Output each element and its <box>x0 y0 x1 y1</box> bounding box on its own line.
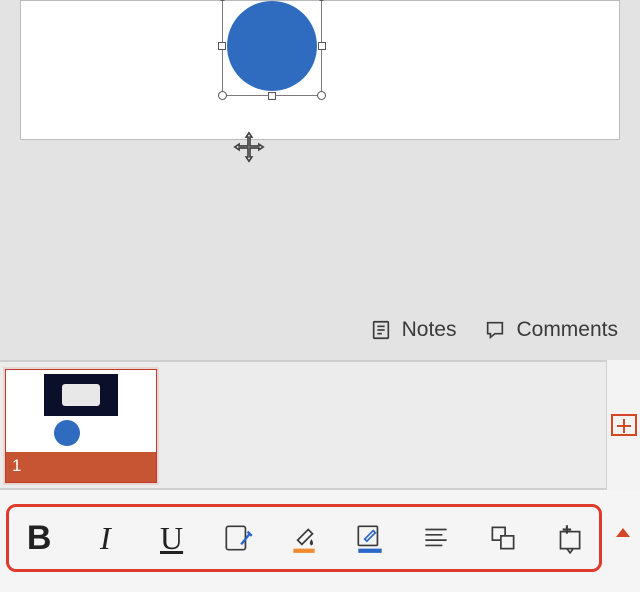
underline-button[interactable]: U <box>138 504 204 572</box>
format-painter-button[interactable] <box>205 504 271 572</box>
resize-handle-mid-left[interactable] <box>218 42 226 50</box>
selection-bounding-box[interactable] <box>222 0 322 96</box>
notes-label: Notes <box>402 318 457 342</box>
resize-handle-bottom-mid[interactable] <box>268 92 276 100</box>
arrange-button[interactable] <box>470 504 536 572</box>
pencil-icon <box>353 521 387 555</box>
resize-handle-bottom-left[interactable] <box>218 91 227 100</box>
notes-button[interactable]: Notes <box>370 318 457 342</box>
italic-button[interactable]: I <box>72 504 138 572</box>
resize-handle-bottom-right[interactable] <box>317 91 326 100</box>
paint-bucket-icon <box>287 521 321 555</box>
add-slide-button[interactable] <box>611 414 637 436</box>
slide-meta-bar: Notes Comments <box>0 310 640 350</box>
bottom-toolbar-area: B I U <box>0 490 640 592</box>
resize-handle-top-right[interactable] <box>317 0 326 1</box>
thumbnail-index: 1 <box>6 452 156 482</box>
resize-handle-mid-right[interactable] <box>318 42 326 50</box>
arrange-shapes-icon <box>486 521 520 555</box>
move-cursor-icon <box>232 130 266 164</box>
underline-icon: U <box>160 520 183 557</box>
insert-textbox-button[interactable] <box>536 504 602 572</box>
bold-icon: B <box>27 519 52 558</box>
comments-icon <box>484 319 506 341</box>
expand-toolbar-button[interactable] <box>616 528 630 537</box>
slide-canvas[interactable] <box>20 0 620 140</box>
slide-editor-background: Notes Comments <box>0 0 640 360</box>
notes-icon <box>370 319 392 341</box>
comments-label: Comments <box>516 318 618 342</box>
selected-shape-circle[interactable] <box>219 1 325 99</box>
slide-thumbnail[interactable]: 1 <box>6 370 156 482</box>
slide-thumbnail-strip[interactable]: 1 <box>0 360 640 490</box>
resize-handle-top-left[interactable] <box>218 0 227 1</box>
comments-button[interactable]: Comments <box>484 318 618 342</box>
bold-button[interactable]: B <box>6 504 72 572</box>
format-painter-icon <box>221 521 255 555</box>
italic-icon: I <box>100 520 111 557</box>
formatting-toolbar: B I U <box>6 504 602 572</box>
align-button[interactable] <box>403 504 469 572</box>
thumbnail-circle <box>54 420 80 446</box>
font-color-button[interactable] <box>337 504 403 572</box>
textbox-plus-icon <box>552 521 586 555</box>
thumbnail-sidebar <box>606 360 640 490</box>
thumbnail-image <box>44 374 118 416</box>
highlight-color-button[interactable] <box>271 504 337 572</box>
align-lines-icon <box>419 521 453 555</box>
